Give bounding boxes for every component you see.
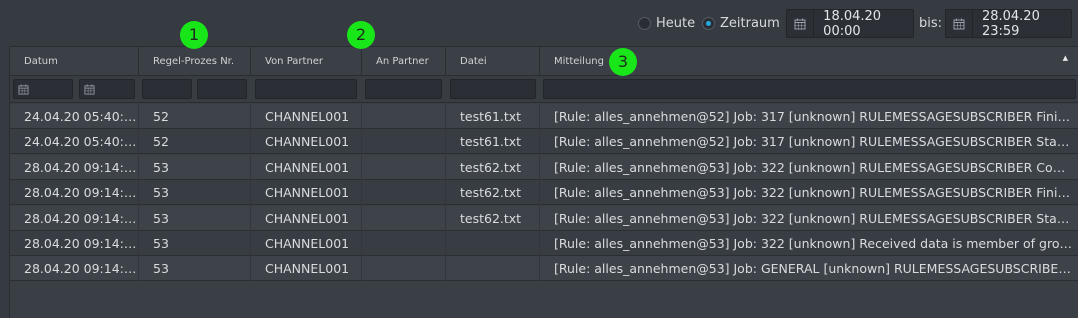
table-header: Datum Regel-Prozes Nr. Von Partner An Pa… — [10, 47, 1078, 76]
radio-range-button[interactable] — [702, 17, 715, 30]
marker-1: 1 — [180, 21, 208, 49]
cell-von: CHANNEL001 — [251, 154, 362, 180]
cell-regel: 53 — [139, 205, 251, 231]
marker-2: 2 — [347, 21, 375, 49]
cell-regel: 52 — [139, 104, 251, 129]
filter-row — [10, 76, 1078, 103]
cell-datum: 24.04.20 05:40:13 — [10, 104, 139, 129]
table-row[interactable]: 28.04.20 09:14:15 53 CHANNEL001 [Rule: alle… — [10, 256, 1078, 282]
cell-datum: 24.04.20 05:40:13 — [10, 129, 139, 155]
to-date-value[interactable]: 28.04.20 23:59 — [973, 9, 1071, 39]
cell-datum: 28.04.20 09:14:15 — [10, 256, 139, 282]
cell-von: CHANNEL001 — [251, 256, 362, 282]
to-date-field[interactable]: 28.04.20 23:59 — [945, 9, 1072, 39]
from-date-field[interactable]: 18.04.20 00:00 — [786, 9, 914, 39]
cell-datum: 28.04.20 09:14:15 — [10, 180, 139, 206]
cell-datei: test62.txt — [446, 180, 540, 206]
marker-3: 3 — [609, 48, 637, 76]
column-header-datum[interactable]: Datum — [10, 47, 139, 76]
calendar-icon[interactable] — [18, 83, 29, 95]
cell-mitteilung: [Rule: alles_annehmen@53] Job: 322 [unkn… — [554, 236, 1078, 251]
regel-to-filter[interactable] — [197, 79, 247, 99]
from-date-value[interactable]: 18.04.20 00:00 — [814, 9, 913, 39]
column-header-datei[interactable]: Datei — [446, 47, 540, 76]
cell-regel: 53 — [139, 180, 251, 206]
cell-datei — [446, 231, 540, 256]
calendar-icon[interactable] — [84, 83, 95, 95]
filter-toolbar: Heute Zeitraum 18.04.20 00:00 bis: 28.04… — [0, 0, 1078, 46]
cell-datei: test61.txt — [446, 129, 540, 155]
calendar-icon[interactable] — [946, 10, 973, 37]
column-header-regel[interactable]: Regel-Prozes Nr. — [139, 47, 251, 76]
cell-datei — [446, 256, 540, 282]
column-header-von-partner[interactable]: Von Partner — [251, 47, 362, 76]
cell-datum: 28.04.20 09:14:15 — [10, 154, 139, 180]
cell-von: CHANNEL001 — [251, 104, 362, 129]
cell-datei: test62.txt — [446, 205, 540, 231]
cell-an — [362, 205, 446, 231]
cell-mitteilung: [Rule: alles_annehmen@53] Job: 322 [unkn… — [554, 185, 1078, 201]
an-partner-filter[interactable] — [365, 79, 442, 99]
von-partner-filter[interactable] — [255, 79, 357, 99]
cell-von: CHANNEL001 — [251, 205, 362, 231]
table-row[interactable]: 28.04.20 09:14:15 53 CHANNEL001 [Rule: alle… — [10, 231, 1078, 256]
cell-an — [362, 256, 446, 282]
table-row[interactable]: 24.04.20 05:40:13 52 CHANNEL001 test61.txt [… — [10, 129, 1078, 155]
cell-von: CHANNEL001 — [251, 231, 362, 256]
cell-datei: test62.txt — [446, 154, 540, 180]
cell-mitteilung: [Rule: alles_annehmen@53] Job: GENERAL [… — [554, 261, 1078, 277]
table-row[interactable]: 24.04.20 05:40:13 52 CHANNEL001 test61.txt [… — [10, 104, 1078, 129]
cell-an — [362, 180, 446, 206]
log-table: Datum Regel-Prozes Nr. Von Partner An Pa… — [9, 46, 1078, 318]
cell-datum: 28.04.20 09:14:15 — [10, 205, 139, 231]
regel-from-filter[interactable] — [142, 79, 192, 99]
radio-today-button[interactable] — [638, 17, 651, 30]
cell-datei: test61.txt — [446, 104, 540, 129]
cell-an — [362, 154, 446, 180]
cell-an — [362, 231, 446, 256]
radio-today-label: Heute — [656, 16, 696, 31]
date-from-filter[interactable] — [13, 79, 73, 99]
calendar-icon[interactable] — [787, 10, 815, 37]
table-row[interactable]: 28.04.20 09:14:15 53 CHANNEL001 test62.txt [… — [10, 205, 1078, 231]
date-to-filter[interactable] — [79, 79, 135, 99]
cell-mitteilung: [Rule: alles_annehmen@53] Job: 322 [unkn… — [554, 159, 1078, 175]
to-label: bis: — [919, 16, 943, 31]
cell-regel: 53 — [139, 231, 251, 256]
cell-an — [362, 104, 446, 129]
radio-range[interactable]: Zeitraum — [702, 16, 780, 31]
cell-von: CHANNEL001 — [251, 180, 362, 206]
cell-regel: 53 — [139, 154, 251, 180]
cell-mitteilung: [Rule: alles_annehmen@52] Job: 317 [unkn… — [554, 109, 1078, 124]
column-header-an-partner[interactable]: An Partner — [362, 47, 446, 76]
radio-range-label: Zeitraum — [720, 16, 780, 31]
datei-filter[interactable] — [450, 79, 536, 99]
cell-regel: 52 — [139, 129, 251, 155]
cell-regel: 53 — [139, 256, 251, 282]
table-row[interactable]: 28.04.20 09:14:15 53 CHANNEL001 test62.txt [… — [10, 180, 1078, 206]
column-header-mitteilung-label: Mitteilung — [554, 56, 604, 67]
radio-today[interactable]: Heute — [638, 16, 695, 31]
cell-mitteilung: [Rule: alles_annehmen@53] Job: 322 [unkn… — [554, 210, 1078, 226]
table-row[interactable]: 28.04.20 09:14:15 53 CHANNEL001 test62.txt [… — [10, 154, 1078, 180]
cell-an — [362, 129, 446, 155]
cell-mitteilung: [Rule: alles_annehmen@52] Job: 317 [unkn… — [554, 134, 1078, 150]
cell-datum: 28.04.20 09:14:15 — [10, 231, 139, 256]
sort-ascending-icon[interactable]: ▲ — [1063, 54, 1068, 62]
cell-von: CHANNEL001 — [251, 129, 362, 155]
mitteilung-filter[interactable] — [543, 79, 1076, 99]
